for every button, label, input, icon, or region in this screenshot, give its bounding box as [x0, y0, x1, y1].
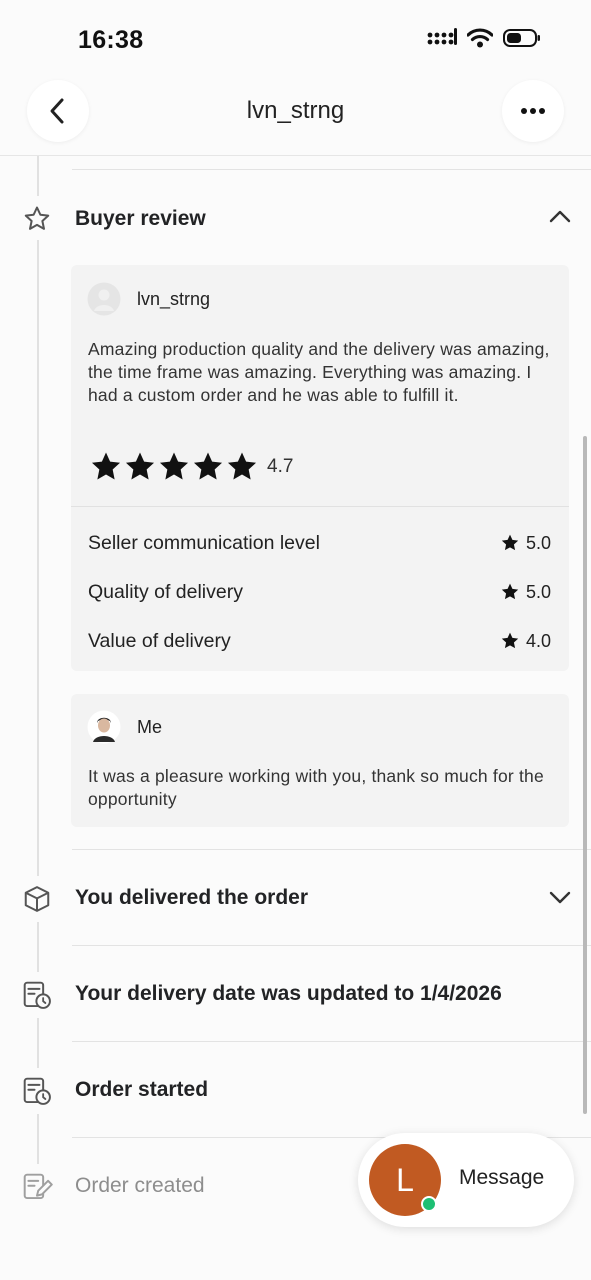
star-filled-icon — [227, 452, 257, 480]
star-filled-icon — [501, 583, 519, 600]
reply-card: Me It was a pleasure working with you, t… — [71, 694, 569, 827]
message-button[interactable]: L Message — [358, 1133, 574, 1227]
star-filled-icon — [501, 534, 519, 551]
timeline-line — [37, 1018, 39, 1068]
star-filled-icon — [125, 452, 155, 480]
author-name: lvn_strng — [137, 288, 211, 309]
more-options-button[interactable] — [502, 80, 564, 142]
timeline-line — [37, 922, 39, 972]
wifi-icon — [467, 28, 493, 48]
online-indicator — [421, 1196, 437, 1212]
metric-label: Value of delivery — [88, 629, 231, 652]
review-author: lvn_strng — [87, 282, 210, 316]
metric-row: Seller communication level 5.0 — [88, 528, 551, 558]
rating-value: 4.7 — [267, 456, 294, 477]
nav-bar: lvn_strng — [0, 80, 591, 156]
metric-label: Quality of delivery — [88, 580, 243, 603]
avatar-initial: L — [396, 1161, 414, 1198]
timeline-item-title: Your delivery date was updated to 1/4/20… — [75, 982, 502, 1005]
metric-score-value: 5.0 — [525, 581, 551, 602]
star-filled-icon — [193, 452, 223, 480]
overall-rating: 4.7 — [89, 450, 293, 484]
reply-author: Me — [87, 710, 162, 744]
star-filled-icon — [91, 452, 121, 480]
star-rating — [89, 450, 259, 484]
avatar — [87, 710, 121, 744]
timeline-line — [37, 1114, 39, 1164]
package-icon — [20, 882, 54, 916]
metric-score: 5.0 — [500, 582, 551, 603]
battery-icon — [503, 29, 540, 47]
metric-row: Quality of delivery 5.0 — [88, 577, 551, 607]
timeline-line — [37, 240, 39, 876]
separator — [72, 945, 591, 946]
chevron-up-icon[interactable] — [548, 208, 572, 224]
reply-text: It was a pleasure working with you, than… — [88, 766, 544, 809]
timeline-item-title: Order started — [75, 1078, 209, 1101]
status-icons — [427, 28, 541, 48]
more-horizontal-icon — [521, 108, 545, 114]
metric-label: Seller communication level — [88, 531, 320, 554]
review-text: Amazing production quality and the deliv… — [88, 339, 550, 405]
metric-row: Value of delivery 4.0 — [88, 626, 551, 656]
status-bar: 16:38 — [0, 0, 591, 70]
separator — [72, 169, 591, 170]
avatar — [87, 282, 121, 316]
edit-document-icon — [20, 1170, 54, 1204]
calendar-clock-icon — [20, 1074, 54, 1108]
chevron-down-icon[interactable] — [548, 890, 572, 906]
signal-icon — [427, 28, 457, 45]
metric-score: 4.0 — [500, 631, 551, 652]
review-card: lvn_strng Amazing production quality and… — [71, 265, 569, 671]
separator — [72, 1041, 591, 1042]
separator — [72, 849, 591, 850]
timeline-line — [37, 156, 39, 196]
author-name: Me — [137, 716, 163, 737]
star-filled-icon — [501, 632, 519, 649]
buyer-review-title: Buyer review — [75, 207, 206, 230]
timeline-item-title[interactable]: You delivered the order — [75, 886, 308, 910]
star-outline-icon — [20, 202, 54, 236]
status-time: 16:38 — [78, 26, 144, 54]
metric-score-value: 5.0 — [525, 532, 551, 553]
metric-score: 5.0 — [500, 533, 551, 554]
scrollbar[interactable] — [583, 436, 587, 1114]
metric-score-value: 4.0 — [525, 630, 551, 651]
star-filled-icon — [159, 452, 189, 480]
calendar-clock-icon — [20, 978, 54, 1012]
timeline-item-title: Order created — [75, 1174, 205, 1197]
message-label: Message — [459, 1166, 545, 1189]
card-divider — [71, 506, 569, 507]
